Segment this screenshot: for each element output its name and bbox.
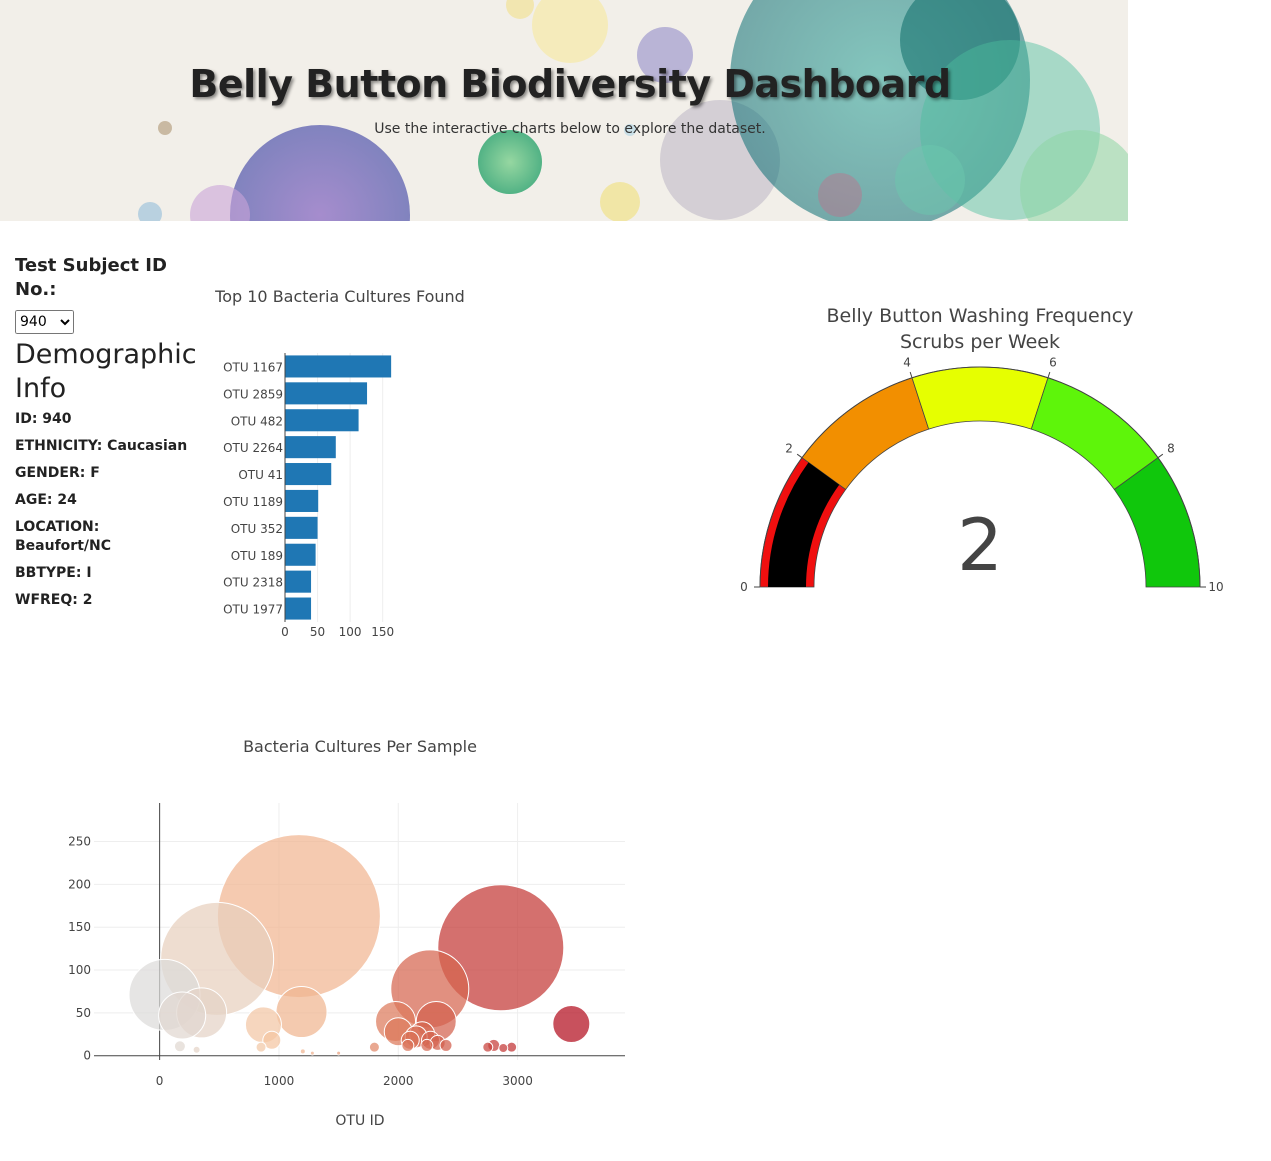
gauge-value: 2 xyxy=(957,503,1003,587)
bubble-mark xyxy=(309,1050,315,1056)
bubble-chart-title: Bacteria Cultures Per Sample xyxy=(243,737,477,756)
bar-y-tick-label: OTU 352 xyxy=(231,522,283,536)
gauge-value-bar xyxy=(768,462,840,587)
bubble-x-tick-label: 0 xyxy=(156,1074,164,1088)
gauge-tick xyxy=(1157,453,1164,459)
bubble-mark xyxy=(498,1043,509,1054)
bar-x-tick-label: 100 xyxy=(339,625,362,639)
bar-y-tick-label: OTU 2318 xyxy=(223,576,283,590)
bubble-y-tick-label: 250 xyxy=(68,835,91,849)
bar-mark xyxy=(285,570,312,593)
gauge-chart[interactable]: Belly Button Washing Frequency Scrubs pe… xyxy=(740,305,1223,594)
bubble-mark xyxy=(368,1041,380,1053)
bar-mark xyxy=(285,382,368,405)
gauge-step xyxy=(911,366,1049,430)
bar-mark xyxy=(285,436,336,459)
bar-x-tick-label: 50 xyxy=(310,625,325,639)
bubble-mark xyxy=(299,1048,306,1055)
bubble-mark xyxy=(420,1038,434,1052)
bar-mark xyxy=(285,463,332,486)
bubble-mark xyxy=(552,1005,591,1044)
bar-mark xyxy=(285,409,359,432)
bar-chart-title: Top 10 Bacteria Cultures Found xyxy=(214,287,465,306)
bubble-y-tick-label: 150 xyxy=(68,920,91,934)
gauge-subtitle: Scrubs per Week xyxy=(900,331,1060,353)
bubble-x-tick-label: 1000 xyxy=(264,1074,295,1088)
bar-y-tick-label: OTU 189 xyxy=(231,549,283,563)
gauge-title: Belly Button Washing Frequency xyxy=(827,305,1134,327)
bar-y-tick-label: OTU 41 xyxy=(238,468,283,482)
bubble-mark xyxy=(275,986,328,1039)
gauge-tick-label: 4 xyxy=(903,356,911,370)
bar-chart[interactable]: Top 10 Bacteria Cultures Found 0 50 100 150… xyxy=(214,287,465,639)
bubble-x-tick-label: 3000 xyxy=(502,1074,533,1088)
gauge-tick xyxy=(1047,371,1051,378)
bar-y-tick-label: OTU 2264 xyxy=(223,441,283,455)
gauge-tick-label: 8 xyxy=(1167,441,1175,455)
bubble-mark xyxy=(192,1045,201,1054)
bar-mark xyxy=(285,543,316,566)
bubble-y-tick-label: 0 xyxy=(83,1049,91,1063)
bar-y-tick-label: OTU 1977 xyxy=(223,603,283,617)
bar-mark xyxy=(285,516,318,539)
gauge-tick-label: 6 xyxy=(1049,356,1057,370)
gauge-tick-label: 10 xyxy=(1208,580,1223,594)
bubble-mark xyxy=(158,991,207,1040)
bar-y-tick-label: OTU 1189 xyxy=(223,495,283,509)
bubble-chart[interactable]: Bacteria Cultures Per Sample OTU ID 0 100… xyxy=(68,737,625,1129)
gauge-tick xyxy=(796,453,803,459)
bubble-mark xyxy=(482,1041,494,1053)
gauge-tick-label: 2 xyxy=(785,441,793,455)
bar-mark xyxy=(285,489,319,512)
bar-mark xyxy=(285,355,392,378)
bubble-y-tick-label: 100 xyxy=(68,963,91,977)
bubble-mark xyxy=(255,1041,267,1053)
charts-canvas: Top 10 Bacteria Cultures Found 0 50 100 150… xyxy=(68,287,1224,1129)
bubble-x-axis-label: OTU ID xyxy=(335,1113,384,1129)
bubble-mark xyxy=(336,1050,342,1056)
bubble-y-tick-label: 200 xyxy=(68,877,91,891)
bar-y-tick-label: OTU 2859 xyxy=(223,387,283,401)
bar-y-tick-label: OTU 1167 xyxy=(223,360,283,374)
bar-mark xyxy=(285,597,312,620)
bar-x-tick-label: 0 xyxy=(281,625,289,639)
gauge-tick-label: 0 xyxy=(740,580,748,594)
bubble-mark xyxy=(173,1040,186,1053)
bubble-mark xyxy=(401,1038,415,1052)
bar-y-tick-label: OTU 482 xyxy=(231,414,283,428)
bubble-x-tick-label: 2000 xyxy=(383,1074,414,1088)
gauge-tick xyxy=(909,371,913,378)
bubble-mark xyxy=(439,1038,453,1052)
bubble-y-tick-label: 50 xyxy=(76,1006,91,1020)
bar-x-tick-label: 150 xyxy=(371,625,394,639)
